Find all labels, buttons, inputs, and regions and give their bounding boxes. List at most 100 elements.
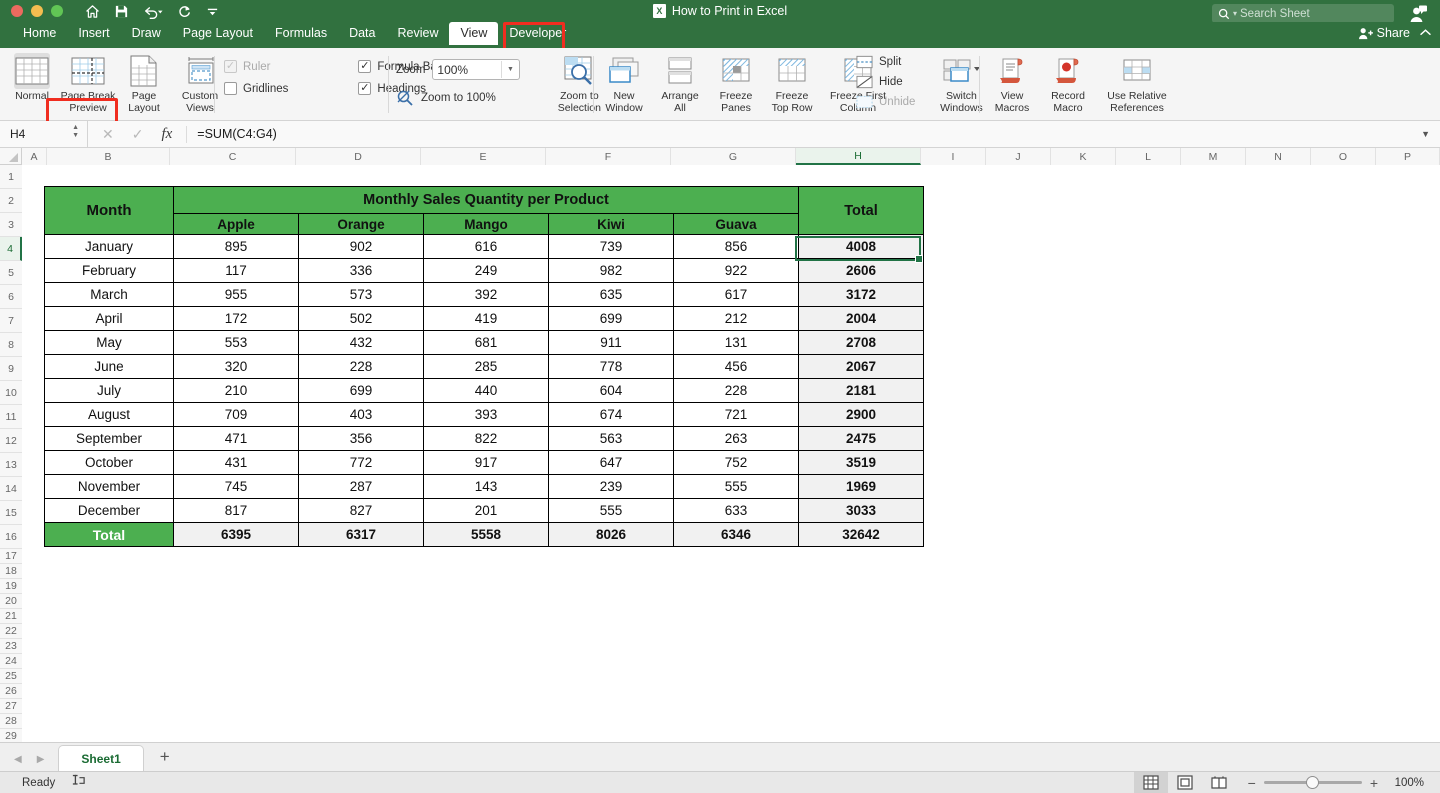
arrange-all-button[interactable]: Arrange All	[652, 48, 708, 118]
cell-month[interactable]: December	[44, 498, 174, 523]
row-header-27[interactable]: 27	[0, 699, 22, 714]
tab-data[interactable]: Data	[338, 22, 386, 45]
zoom-slider[interactable]: − +	[1236, 775, 1390, 791]
cell-row-total[interactable]: 1969	[798, 474, 924, 499]
cell-value[interactable]: 393	[423, 402, 549, 427]
cell-row-total[interactable]: 2708	[798, 330, 924, 355]
split-button[interactable]: Split	[856, 55, 915, 69]
cell-value[interactable]: 440	[423, 378, 549, 403]
cell-value[interactable]: 778	[548, 354, 674, 379]
row-header-3[interactable]: 3	[0, 213, 22, 237]
column-header-k[interactable]: K	[1051, 148, 1116, 165]
name-box[interactable]: H4 ▲ ▼	[0, 120, 88, 148]
cancel-icon[interactable]: ✕	[102, 126, 114, 143]
cell-value[interactable]: 502	[298, 306, 424, 331]
cell-value[interactable]: 573	[298, 282, 424, 307]
cell-value[interactable]: 285	[423, 354, 549, 379]
page-break-view-status-button[interactable]	[1202, 772, 1236, 793]
accessibility-icon[interactable]	[55, 773, 86, 793]
cell-column-total[interactable]: 6346	[673, 522, 799, 547]
cell-value[interactable]: 563	[548, 426, 674, 451]
zoom-slider-knob[interactable]	[1305, 776, 1319, 789]
row-header-28[interactable]: 28	[0, 714, 22, 729]
cell-month[interactable]: November	[44, 474, 174, 499]
row-header-4[interactable]: 4	[0, 237, 22, 261]
share-button[interactable]: Share	[1358, 26, 1410, 40]
cell-column-total[interactable]: 6317	[298, 522, 424, 547]
normal-view-button[interactable]: Normal	[4, 48, 60, 118]
cell-value[interactable]: 403	[298, 402, 424, 427]
cell-value[interactable]: 228	[298, 354, 424, 379]
view-macros-button[interactable]: View Macros	[984, 48, 1040, 118]
row-header-1[interactable]: 1	[0, 165, 22, 189]
cell-value[interactable]: 699	[298, 378, 424, 403]
cell-value[interactable]: 263	[673, 426, 799, 451]
fx-icon[interactable]: fx	[161, 126, 172, 143]
maximize-button[interactable]	[51, 5, 63, 17]
cell-value[interactable]: 131	[673, 330, 799, 355]
column-header-o[interactable]: O	[1311, 148, 1376, 165]
cell-value[interactable]: 320	[173, 354, 299, 379]
cell-row-total[interactable]: 2606	[798, 258, 924, 283]
cell-value[interactable]: 143	[423, 474, 549, 499]
custom-views-button[interactable]: Custom Views	[172, 48, 228, 118]
save-icon[interactable]	[114, 4, 129, 19]
row-header-23[interactable]: 23	[0, 639, 22, 654]
column-header-c[interactable]: C	[170, 148, 296, 165]
cell-month[interactable]: March	[44, 282, 174, 307]
cell-value[interactable]: 249	[423, 258, 549, 283]
row-header-18[interactable]: 18	[0, 564, 22, 579]
row-header-20[interactable]: 20	[0, 594, 22, 609]
column-header-a[interactable]: A	[22, 148, 47, 165]
cell-value[interactable]: 633	[673, 498, 799, 523]
row-header-2[interactable]: 2	[0, 189, 22, 213]
row-header-12[interactable]: 12	[0, 429, 22, 453]
tab-page-layout[interactable]: Page Layout	[172, 22, 264, 45]
column-header-j[interactable]: J	[986, 148, 1051, 165]
cell-row-total[interactable]: 2475	[798, 426, 924, 451]
unhide-button[interactable]: Unhide	[856, 95, 915, 109]
cell-value[interactable]: 674	[548, 402, 674, 427]
cell-value[interactable]: 856	[673, 234, 799, 259]
undo-icon[interactable]	[143, 4, 163, 19]
cell-row-total[interactable]: 3519	[798, 450, 924, 475]
column-header-d[interactable]: D	[296, 148, 421, 165]
cell-value[interactable]: 681	[423, 330, 549, 355]
cell-value[interactable]: 336	[298, 258, 424, 283]
cell-row-total[interactable]: 2004	[798, 306, 924, 331]
home-icon[interactable]	[85, 4, 100, 19]
cell-value[interactable]: 739	[548, 234, 674, 259]
row-header-7[interactable]: 7	[0, 309, 22, 333]
name-box-spinner[interactable]: ▲ ▼	[72, 124, 79, 139]
page-break-preview-button[interactable]: Page Break Preview	[60, 48, 116, 118]
customize-icon[interactable]	[206, 5, 219, 18]
cell-month[interactable]: April	[44, 306, 174, 331]
minimize-button[interactable]	[31, 5, 43, 17]
normal-view-status-button[interactable]	[1133, 771, 1168, 793]
cell-value[interactable]: 817	[173, 498, 299, 523]
column-header-g[interactable]: G	[671, 148, 796, 165]
row-header-21[interactable]: 21	[0, 609, 22, 624]
column-header-l[interactable]: L	[1116, 148, 1181, 165]
column-header-p[interactable]: P	[1376, 148, 1440, 165]
select-all-corner[interactable]	[0, 148, 22, 165]
row-header-15[interactable]: 15	[0, 501, 22, 525]
hide-button[interactable]: Hide	[856, 75, 915, 89]
cell-value[interactable]: 431	[173, 450, 299, 475]
cell-value[interactable]: 647	[548, 450, 674, 475]
cell-row-total[interactable]: 3172	[798, 282, 924, 307]
freeze-panes-button[interactable]: Freeze Panes	[708, 48, 764, 118]
row-header-9[interactable]: 9	[0, 357, 22, 381]
row-header-24[interactable]: 24	[0, 654, 22, 669]
cell-month[interactable]: September	[44, 426, 174, 451]
zoom-to-100-button[interactable]: Zoom to 100%	[396, 89, 520, 107]
use-relative-references-button[interactable]: Use Relative References	[1096, 48, 1178, 118]
row-header-11[interactable]: 11	[0, 405, 22, 429]
search-input[interactable]: Search Sheet	[1240, 8, 1310, 20]
cell-value[interactable]: 752	[673, 450, 799, 475]
collapse-ribbon-icon[interactable]	[1419, 26, 1432, 40]
cell-row-total[interactable]: 2181	[798, 378, 924, 403]
cell-total-label[interactable]: Total	[44, 522, 174, 547]
cell-value[interactable]: 432	[298, 330, 424, 355]
tab-formulas[interactable]: Formulas	[264, 22, 338, 45]
